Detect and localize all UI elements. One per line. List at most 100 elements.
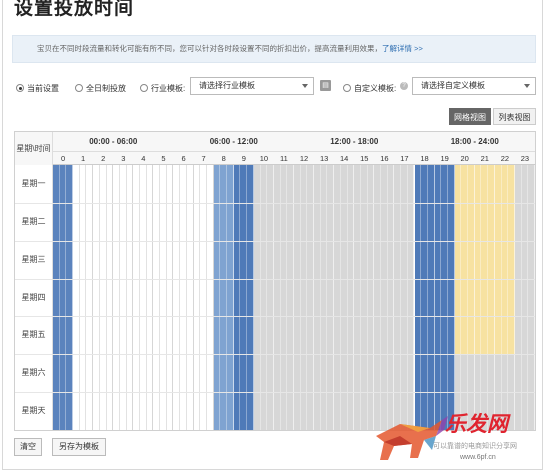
time-slot[interactable] — [468, 316, 475, 355]
time-slot[interactable] — [153, 165, 161, 203]
time-slot[interactable] — [253, 278, 261, 317]
time-slot[interactable] — [160, 278, 167, 317]
time-slot[interactable] — [414, 240, 422, 279]
time-slot[interactable] — [481, 240, 489, 279]
time-slot[interactable] — [461, 278, 469, 317]
time-slot[interactable] — [280, 354, 288, 393]
time-slot[interactable] — [193, 392, 201, 430]
time-slot[interactable] — [421, 165, 428, 203]
time-slot[interactable] — [488, 354, 495, 393]
time-slot[interactable] — [327, 354, 335, 393]
time-slot[interactable] — [153, 240, 161, 279]
time-slot[interactable] — [514, 240, 522, 279]
time-slot[interactable] — [213, 316, 221, 355]
time-slot[interactable] — [294, 240, 301, 279]
time-slot[interactable] — [247, 278, 254, 317]
time-slot[interactable] — [441, 354, 448, 393]
time-slot[interactable] — [468, 165, 475, 203]
time-slot[interactable] — [86, 165, 94, 203]
time-slot[interactable] — [427, 240, 435, 279]
time-slot[interactable] — [213, 165, 221, 203]
time-slot[interactable] — [508, 165, 515, 203]
time-slot[interactable] — [327, 392, 335, 430]
time-slot[interactable] — [119, 316, 127, 355]
time-slot[interactable] — [86, 278, 94, 317]
time-slot[interactable] — [79, 278, 87, 317]
time-slot[interactable] — [401, 240, 408, 279]
time-slot[interactable] — [320, 202, 328, 241]
time-slot[interactable] — [528, 240, 535, 279]
time-slot[interactable] — [468, 240, 475, 279]
time-slot[interactable] — [260, 392, 268, 430]
time-slot[interactable] — [93, 354, 100, 393]
time-slot[interactable] — [474, 278, 482, 317]
time-slot[interactable] — [401, 165, 408, 203]
learn-more-link[interactable]: 了解详情 >> — [382, 44, 423, 53]
time-slot[interactable] — [501, 165, 509, 203]
time-slot[interactable] — [247, 202, 254, 241]
time-slot[interactable] — [514, 354, 522, 393]
time-slot[interactable] — [66, 392, 74, 430]
time-slot[interactable] — [253, 165, 261, 203]
radio-industry[interactable] — [140, 84, 148, 92]
time-slot[interactable] — [347, 392, 355, 430]
time-slot[interactable] — [186, 240, 194, 279]
time-slot[interactable] — [334, 316, 341, 355]
time-slot[interactable] — [340, 240, 348, 279]
time-slot[interactable] — [119, 202, 127, 241]
time-slot[interactable] — [200, 202, 207, 241]
time-slot[interactable] — [180, 165, 187, 203]
time-slot[interactable] — [267, 202, 274, 241]
time-slot[interactable] — [140, 240, 147, 279]
option-allday[interactable]: 全日制投放 — [75, 79, 126, 97]
time-slot[interactable] — [227, 278, 234, 317]
list-view-button[interactable]: 列表视图 — [493, 108, 536, 125]
radio-custom[interactable] — [343, 84, 351, 92]
time-slot[interactable] — [166, 392, 174, 430]
time-slot[interactable] — [468, 202, 475, 241]
time-slot[interactable] — [267, 316, 274, 355]
time-slot[interactable] — [300, 240, 308, 279]
time-slot[interactable] — [360, 240, 368, 279]
time-slot[interactable] — [354, 240, 361, 279]
time-slot[interactable] — [381, 165, 388, 203]
time-slot[interactable] — [99, 202, 107, 241]
time-slot[interactable] — [106, 240, 114, 279]
time-slot[interactable] — [59, 165, 67, 203]
time-slot[interactable] — [240, 202, 248, 241]
time-slot[interactable] — [394, 316, 402, 355]
time-slot[interactable] — [273, 278, 281, 317]
time-slot[interactable] — [307, 165, 315, 203]
time-slot[interactable] — [233, 354, 241, 393]
time-slot[interactable] — [173, 278, 181, 317]
time-slot[interactable] — [267, 165, 274, 203]
time-slot[interactable] — [260, 278, 268, 317]
time-slot[interactable] — [474, 240, 482, 279]
time-slot[interactable] — [488, 240, 495, 279]
time-slot[interactable] — [441, 316, 448, 355]
time-slot[interactable] — [140, 316, 147, 355]
industry-template-select[interactable]: 请选择行业模板 — [190, 77, 314, 95]
time-slot[interactable] — [354, 278, 361, 317]
time-slot[interactable] — [106, 354, 114, 393]
time-slot[interactable] — [447, 354, 455, 393]
time-slot[interactable] — [260, 240, 268, 279]
time-slot[interactable] — [287, 165, 294, 203]
time-slot[interactable] — [474, 202, 482, 241]
time-slot[interactable] — [494, 316, 502, 355]
time-slot[interactable] — [206, 165, 214, 203]
clear-button[interactable]: 清空 — [14, 438, 42, 456]
time-slot[interactable] — [273, 165, 281, 203]
time-slot[interactable] — [220, 165, 228, 203]
time-slot[interactable] — [200, 354, 207, 393]
time-slot[interactable] — [160, 165, 167, 203]
time-slot[interactable] — [66, 316, 74, 355]
time-slot[interactable] — [374, 202, 382, 241]
time-slot[interactable] — [66, 240, 74, 279]
time-slot[interactable] — [521, 354, 529, 393]
time-slot[interactable] — [193, 278, 201, 317]
time-slot[interactable] — [99, 240, 107, 279]
time-slot[interactable] — [153, 278, 161, 317]
time-slot[interactable] — [394, 165, 402, 203]
time-slot[interactable] — [334, 202, 341, 241]
